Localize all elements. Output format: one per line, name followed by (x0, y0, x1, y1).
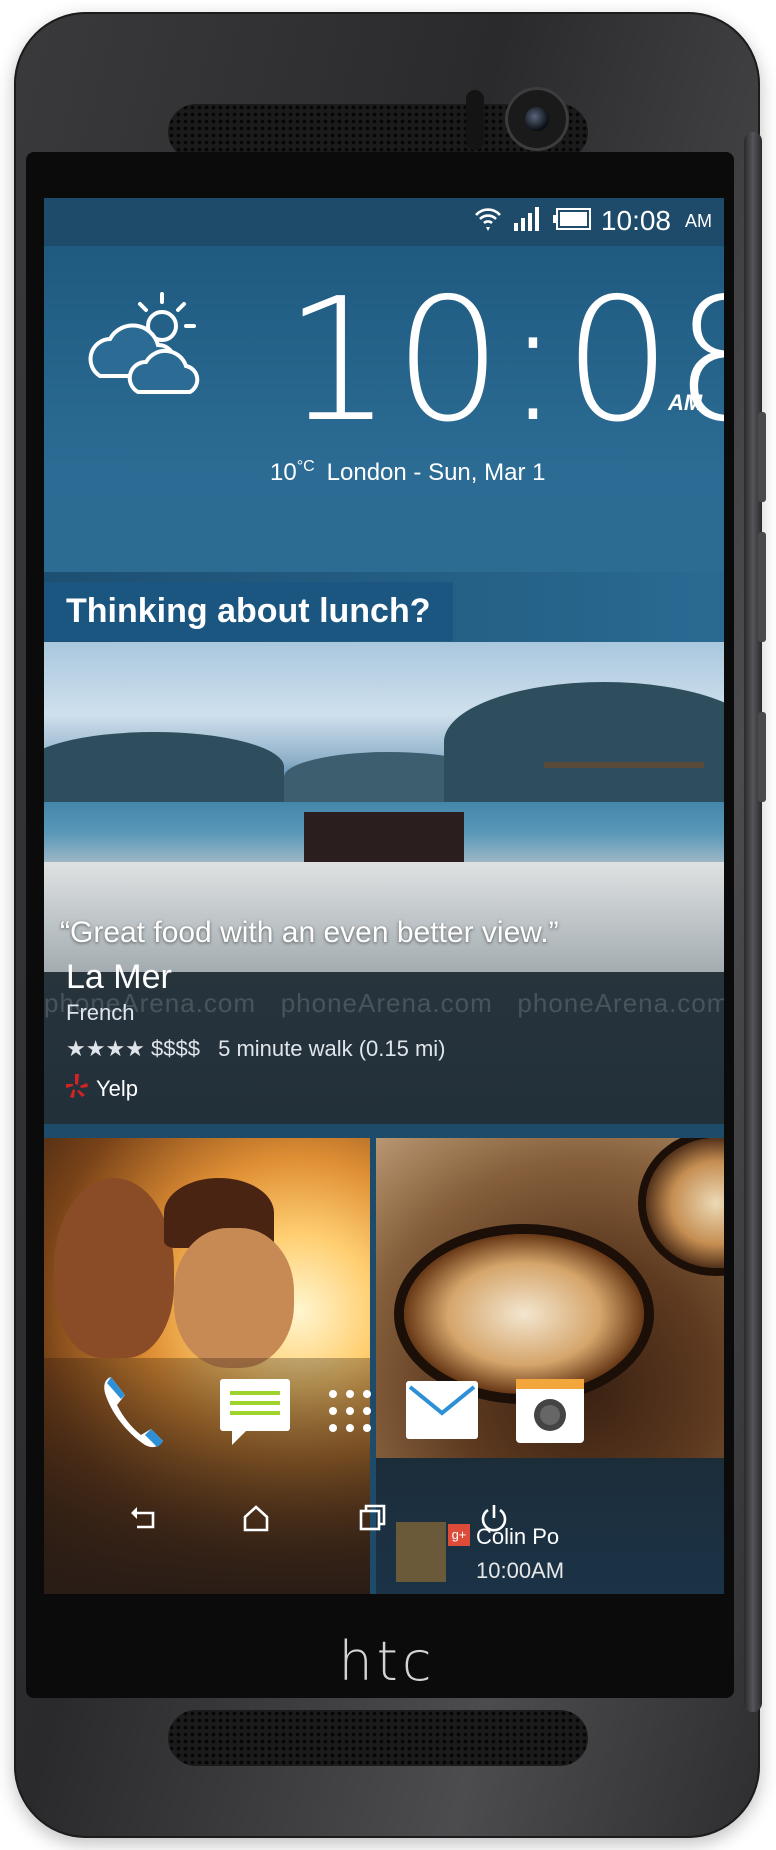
status-time: 10:08 (600, 205, 671, 236)
messages-app-icon[interactable] (206, 1348, 306, 1474)
phone-screen: 10:08 AM 10:08 AM (44, 198, 724, 1594)
widget-clock-ampm: AM (668, 390, 703, 415)
walk-distance: 5 minute walk (0.15 mi) (218, 1036, 446, 1061)
signal-icon (513, 205, 543, 238)
home-icon[interactable] (226, 1488, 286, 1548)
price-level: $$$$ (151, 1036, 200, 1061)
widget-clock: 10:08 (284, 262, 724, 460)
front-speaker-bottom (168, 1710, 588, 1766)
back-icon[interactable] (114, 1488, 174, 1548)
proximity-sensor (466, 90, 484, 150)
location-date: London - Sun, Mar 1 (326, 459, 546, 486)
volume-down-button[interactable] (758, 532, 766, 642)
card-header: Thinking about lunch? (44, 572, 724, 642)
blinkfeed-tiles: g+ Colin Po 10:00AM (44, 1138, 724, 1594)
power-side-button[interactable] (758, 712, 766, 802)
app-drawer-icon[interactable] (300, 1348, 400, 1474)
front-camera (508, 90, 566, 148)
wifi-icon (473, 203, 503, 240)
weather-info-line: 10°C London - Sun, Mar 1 (270, 458, 545, 487)
source-label: Yelp (96, 1076, 139, 1101)
temperature-value: 10 (270, 459, 297, 486)
status-bar: 10:08 AM (473, 205, 712, 238)
battery-icon (552, 205, 591, 237)
watermark: phoneArena.com phoneArena.com phoneArena… (44, 988, 724, 1018)
notification-time: 10:00AM (476, 1558, 565, 1583)
yelp-icon (66, 1074, 88, 1104)
mountain-shape (444, 682, 724, 802)
pier (544, 762, 704, 768)
dock (44, 1348, 724, 1474)
phone-side-edge (744, 132, 762, 1712)
review-quote: “Great food with an even better view.” (60, 916, 559, 949)
recent-apps-icon[interactable] (342, 1488, 402, 1548)
blinkfeed-lunch-card[interactable]: Thinking about lunch? “Great food with a… (44, 572, 724, 1124)
mountain-shape (44, 732, 284, 802)
navigation-bar (44, 1478, 724, 1558)
power-icon[interactable] (464, 1488, 524, 1548)
volume-up-button[interactable] (758, 412, 766, 502)
camera-app-icon[interactable] (500, 1348, 600, 1474)
coffee-cup-back (646, 1138, 724, 1268)
person-silhouette (54, 1178, 174, 1358)
restaurant-photo: “Great food with an even better view.” (44, 642, 724, 972)
phone-app-icon[interactable] (84, 1348, 184, 1474)
partly-cloudy-icon (80, 288, 220, 413)
venue-rating: ★★★★ $$$$ 5 minute walk (0.15 mi) (66, 1036, 446, 1062)
temperature-unit: °C (296, 458, 315, 475)
mail-app-icon[interactable] (392, 1348, 492, 1474)
htc-logo: htc (338, 1630, 436, 1693)
source-yelp: Yelp (66, 1074, 138, 1104)
person-silhouette (174, 1228, 294, 1368)
star-rating: ★★★★ (66, 1036, 145, 1061)
htc-phone-body: 10:08 AM 10:08 AM (14, 12, 766, 1838)
status-ampm: AM (685, 210, 712, 231)
card-title: Thinking about lunch? (44, 582, 453, 641)
